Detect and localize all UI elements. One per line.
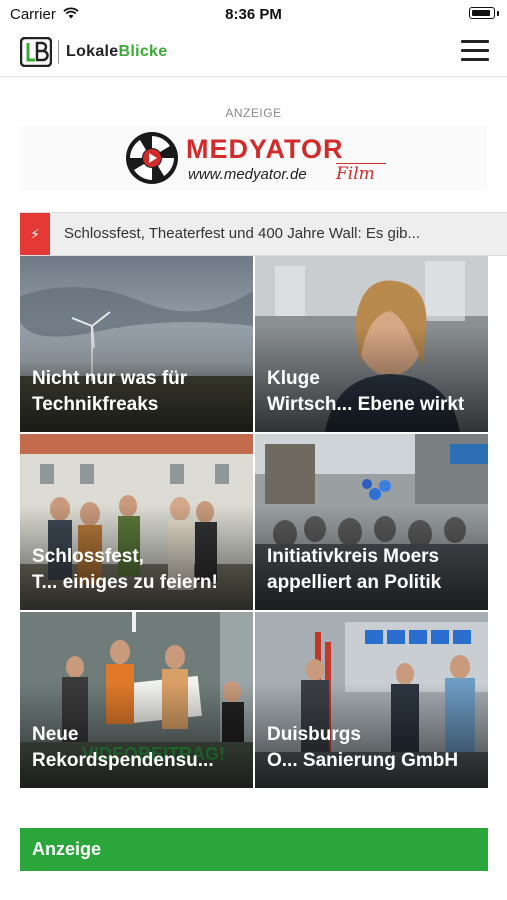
ticker-headline[interactable]: Schlossfest, Theaterfest und 400 Jahre W…	[64, 225, 420, 242]
article-title-line1: Nicht nur was für	[32, 368, 188, 389]
ad-url: www.medyator.de	[188, 166, 307, 183]
article-title[interactable]: Initiativkreis Moers appelliert an Polit…	[267, 544, 480, 596]
article-title-line2: O... Sanierung GmbH	[267, 750, 459, 771]
article-title-line1: Neue	[32, 724, 79, 745]
ad-tagline: Film	[336, 164, 375, 184]
article-title-line2: Wirtsch... Ebene wirkt	[267, 394, 465, 415]
article-title[interactable]: Nicht nur was für Technikfreaks	[32, 366, 245, 418]
article-title-line2: T... einiges zu feiern!	[32, 572, 218, 593]
logo-text: LokaleBlicke	[66, 43, 167, 61]
logo-text-lokale: Lokale	[66, 43, 119, 60]
article-title-line1: Initiativkreis Moers	[267, 546, 440, 567]
bottom-ad-bar[interactable]: Anzeige	[20, 828, 488, 871]
article-card[interactable]: VIDEOBEITRAG! Neue Rekordspendensu...	[20, 612, 253, 788]
article-title-line2: appelliert an Politik	[267, 572, 442, 593]
article-title-line1: Schlossfest,	[32, 546, 144, 567]
article-title[interactable]: Neue Rekordspendensu...	[32, 722, 245, 774]
logo-divider	[58, 40, 59, 64]
medyator-logo-icon	[126, 132, 178, 184]
logo-text-blicke: Blicke	[118, 43, 168, 60]
article-title[interactable]: Kluge Wirtsch... Ebene wirkt	[267, 366, 480, 418]
lightning-icon: ⚡	[20, 213, 50, 255]
article-card[interactable]: Nicht nur was für Technikfreaks	[20, 256, 253, 432]
hamburger-menu-icon[interactable]	[461, 40, 489, 62]
article-title-line1: Kluge	[267, 368, 320, 389]
article-title-line2: Rekordspendensu...	[32, 750, 214, 771]
article-title[interactable]: Duisburgs O... Sanierung GmbH	[267, 722, 480, 774]
article-title-line1: Duisburgs	[267, 724, 361, 745]
article-card[interactable]: Initiativkreis Moers appelliert an Polit…	[255, 434, 488, 610]
ad-label: ANZEIGE	[225, 106, 282, 120]
status-bar: Carrier 8:36 PM	[0, 0, 507, 28]
ad-brand-name: MEDYATOR	[186, 134, 344, 164]
ad-banner[interactable]: MEDYATOR www.medyator.de Film	[20, 126, 487, 190]
article-card[interactable]: Duisburgs O... Sanierung GmbH	[255, 612, 488, 788]
battery-tip	[497, 11, 499, 16]
app-header: LokaleBlicke	[0, 28, 507, 77]
article-card[interactable]: Kluge Wirtsch... Ebene wirkt	[255, 256, 488, 432]
article-card[interactable]: Schlossfest, T... einiges zu feiern!	[20, 434, 253, 610]
article-title-line2: Technikfreaks	[32, 394, 159, 415]
site-logo[interactable]: LokaleBlicke	[20, 36, 167, 68]
news-ticker[interactable]: ⚡ Schlossfest, Theaterfest und 400 Jahre…	[20, 212, 507, 256]
clock: 8:36 PM	[225, 6, 282, 23]
article-title[interactable]: Schlossfest, T... einiges zu feiern!	[32, 544, 245, 596]
battery-icon	[469, 7, 495, 19]
logo-mark-icon	[20, 37, 52, 67]
